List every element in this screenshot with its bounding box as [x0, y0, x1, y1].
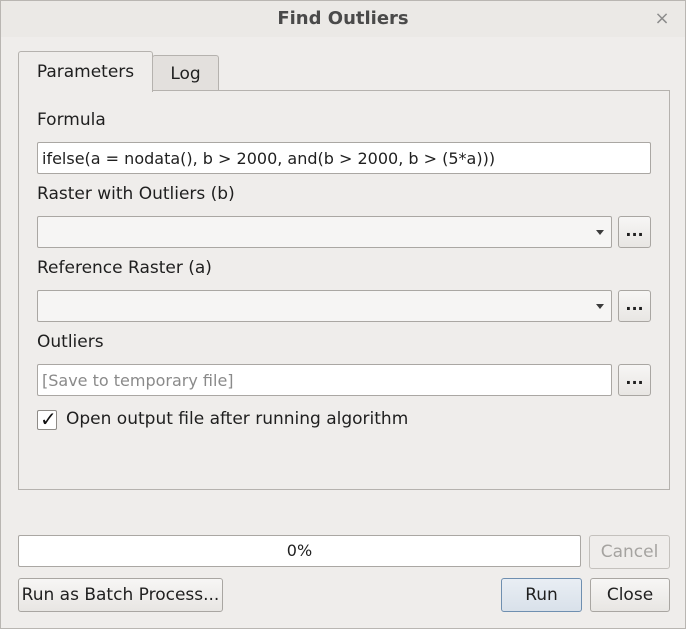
raster-b-browse-button[interactable]: ...: [618, 216, 651, 248]
chevron-down-icon: [596, 230, 604, 235]
cancel-button[interactable]: Cancel: [589, 535, 670, 569]
tab-parameters[interactable]: Parameters: [18, 51, 153, 92]
progress-text: 0%: [286, 541, 313, 560]
open-output-checkbox[interactable]: ✓: [37, 407, 57, 431]
open-output-label[interactable]: Open output file after running algorithm: [66, 409, 408, 429]
raster-a-combobox[interactable]: [37, 290, 612, 322]
raster-a-browse-button[interactable]: ...: [618, 290, 651, 322]
dialog-title: Find Outliers: [277, 8, 409, 29]
close-button[interactable]: Close: [590, 578, 670, 612]
raster-a-label: Reference Raster (a): [37, 258, 212, 278]
formula-label: Formula: [37, 110, 106, 130]
find-outliers-dialog: Find Outliers × Parameters Log Formula R…: [0, 0, 686, 629]
outliers-browse-button[interactable]: ...: [618, 364, 651, 396]
formula-input[interactable]: [37, 142, 651, 174]
checkmark-icon: ✓: [40, 407, 57, 431]
tab-log[interactable]: Log: [152, 55, 219, 91]
raster-b-label: Raster with Outliers (b): [37, 184, 235, 204]
close-icon[interactable]: ×: [652, 7, 672, 31]
outliers-label: Outliers: [37, 332, 104, 352]
progress-bar: 0%: [18, 535, 581, 567]
raster-b-combobox[interactable]: [37, 216, 612, 248]
run-button[interactable]: Run: [501, 578, 582, 612]
chevron-down-icon: [596, 304, 604, 309]
run-as-batch-button[interactable]: Run as Batch Process...: [18, 578, 223, 612]
outliers-output-input[interactable]: [37, 364, 612, 396]
title-bar[interactable]: Find Outliers ×: [1, 1, 685, 37]
